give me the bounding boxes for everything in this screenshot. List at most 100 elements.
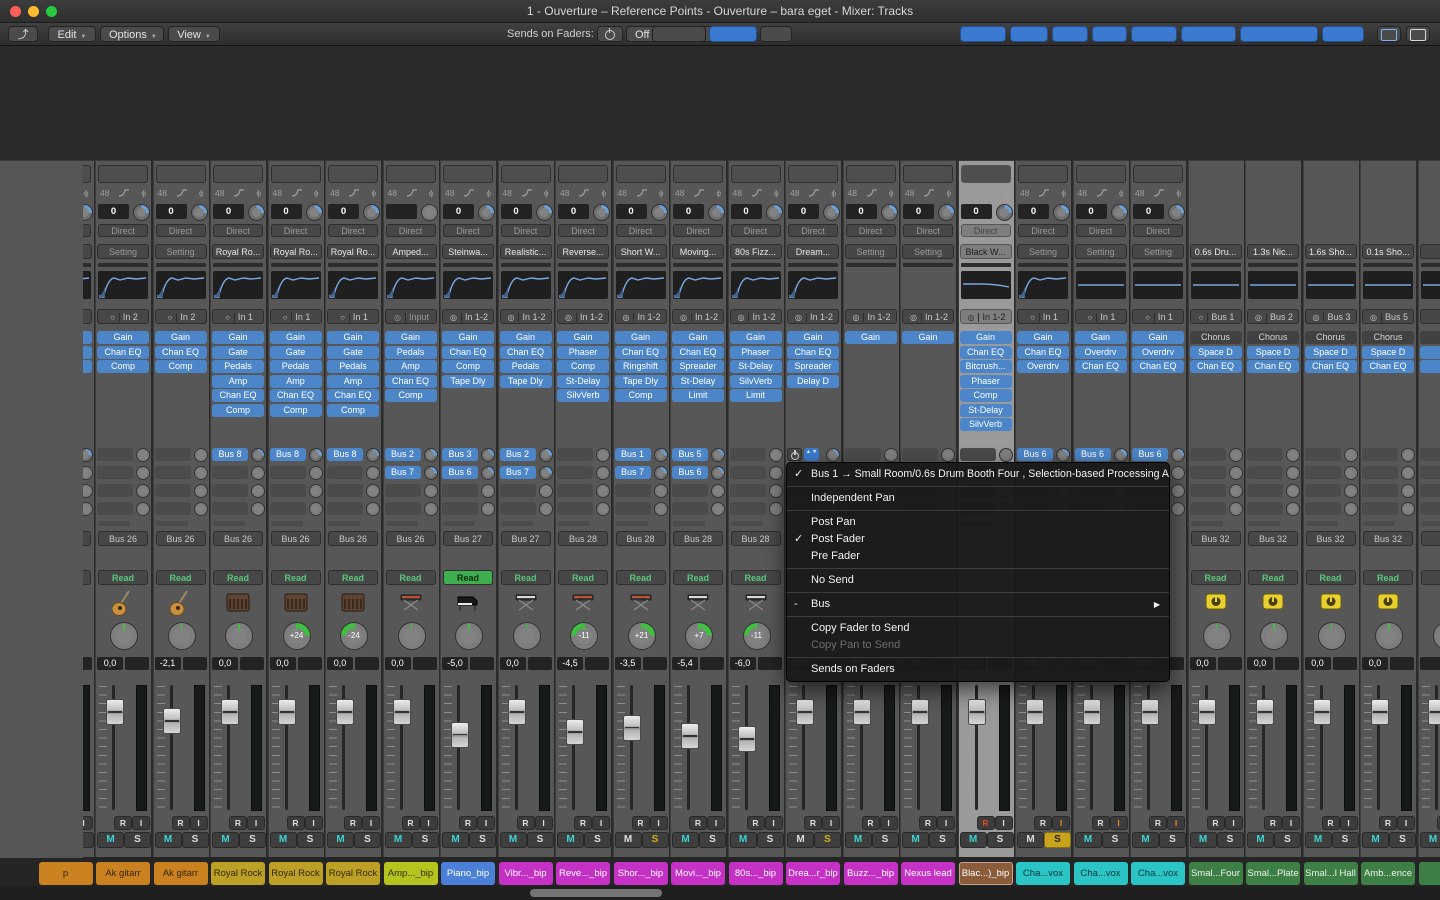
pan-knob[interactable] xyxy=(1260,622,1288,650)
eq-thumbnail[interactable] xyxy=(731,271,781,299)
input-monitor-button[interactable]: I xyxy=(650,816,668,830)
volume-fader[interactable] xyxy=(1026,699,1044,725)
empty-send-slot[interactable] xyxy=(97,466,133,479)
automation-mode-button[interactable]: Read xyxy=(558,570,608,585)
send-level-knob[interactable] xyxy=(424,448,438,462)
solo-button[interactable]: S xyxy=(354,832,381,848)
eq-thumbnail[interactable] xyxy=(271,271,321,299)
volume-fader[interactable] xyxy=(1083,699,1101,725)
lowcut-slope-icon[interactable] xyxy=(406,188,418,199)
record-enable-button[interactable]: R xyxy=(1437,816,1440,830)
send-level-knob[interactable] xyxy=(194,466,208,480)
send-level-knob[interactable] xyxy=(711,502,725,516)
send-slot-button[interactable]: Bus 7 xyxy=(500,466,536,479)
volume-fader[interactable] xyxy=(336,699,354,725)
fx-plugin-button[interactable]: Space D xyxy=(1362,346,1414,359)
send-level-knob[interactable] xyxy=(1344,466,1358,480)
empty-send-slot[interactable] xyxy=(1362,484,1398,497)
send-slot-button[interactable]: Bus 7 xyxy=(615,466,651,479)
track-name-tab[interactable]: Ak gitarr xyxy=(96,862,150,885)
input-gain-value[interactable] xyxy=(386,204,417,219)
input-gain-knob[interactable] xyxy=(708,204,725,221)
direct-monitoring-button[interactable]: Direct xyxy=(1076,224,1126,237)
channel-setting-button[interactable]: 80s Fizz... xyxy=(730,244,782,259)
send-slot-button[interactable]: Bus 6 xyxy=(442,466,478,479)
empty-send-slot[interactable] xyxy=(327,484,363,497)
phantom-48-label[interactable]: 48 xyxy=(675,188,684,198)
track-name-tab[interactable]: Smal...Four xyxy=(1189,862,1243,885)
track-name-tab[interactable]: Movi..._bip xyxy=(671,862,725,885)
lowcut-slope-icon[interactable] xyxy=(1096,188,1108,199)
input-slot[interactable]: ◎In 1-2 xyxy=(672,309,724,324)
fx-plugin-button[interactable]: Spreader xyxy=(672,360,724,373)
fx-plugin-button[interactable]: Chan EQ xyxy=(1132,360,1184,373)
send-level-knob[interactable] xyxy=(481,448,495,462)
horizontal-scrollbar-thumb[interactable] xyxy=(530,889,662,897)
eq-thumbnail[interactable] xyxy=(156,271,206,299)
empty-send-slot[interactable] xyxy=(1247,448,1283,461)
phase-invert-icon[interactable]: ɸ xyxy=(889,188,894,198)
volume-fader[interactable] xyxy=(911,699,929,725)
phase-invert-icon[interactable]: ɸ xyxy=(429,188,434,198)
input-gain-value[interactable]: 0 xyxy=(673,204,704,219)
volume-fader[interactable] xyxy=(853,699,871,725)
send-level-knob[interactable] xyxy=(539,502,553,516)
send-mini-bar[interactable] xyxy=(271,521,303,526)
channel-setting-button[interactable]: Steinwa... xyxy=(442,244,494,259)
output-slot[interactable]: Bus 26 xyxy=(386,531,436,546)
record-enable-button[interactable]: R xyxy=(632,816,650,830)
send-level-knob[interactable] xyxy=(769,448,783,462)
mute-button[interactable]: M xyxy=(442,832,469,848)
peak-level-value[interactable] xyxy=(758,657,782,670)
input-monitor-button[interactable]: I xyxy=(765,816,783,830)
track-name-tab[interactable]: Royal Rock xyxy=(211,862,265,885)
peak-level-value[interactable] xyxy=(298,657,322,670)
menu-item[interactable]: Copy Fader to Send xyxy=(787,620,1169,637)
mute-button[interactable]: M xyxy=(1017,832,1044,848)
send-level-knob[interactable] xyxy=(309,502,323,516)
volume-fader[interactable] xyxy=(278,699,296,725)
output-slot[interactable]: Bus 28 xyxy=(731,531,781,546)
empty-send-slot[interactable] xyxy=(327,502,363,515)
menu-item[interactable]: Sends on Faders xyxy=(787,661,1169,678)
empty-send-slot[interactable] xyxy=(270,502,306,515)
track-name-tab[interactable]: Cha...vox xyxy=(1016,862,1070,885)
send-mini-bar[interactable] xyxy=(1248,521,1280,526)
automation-mode-button[interactable]: Read xyxy=(616,570,666,585)
audio-device-slot[interactable] xyxy=(386,165,436,183)
pan-knob[interactable] xyxy=(1375,622,1403,650)
volume-db-value[interactable]: 0,0 xyxy=(500,657,526,670)
lowcut-slope-icon[interactable] xyxy=(291,188,303,199)
lowcut-slope-icon[interactable] xyxy=(578,188,590,199)
peak-level-value[interactable] xyxy=(240,657,264,670)
eq-thumbnail[interactable] xyxy=(213,271,263,299)
fx-plugin-button[interactable]: Gate xyxy=(212,346,264,359)
send-level-knob[interactable] xyxy=(711,466,725,480)
solo-button[interactable]: S xyxy=(1217,832,1244,848)
send-level-knob[interactable] xyxy=(1171,466,1185,480)
fx-plugin-button[interactable]: Chan EQ xyxy=(155,346,207,359)
send-level-knob[interactable] xyxy=(1056,448,1070,462)
input-monitor-button[interactable]: I xyxy=(190,816,208,830)
peak-level-value[interactable] xyxy=(413,657,437,670)
input-gain-value[interactable]: 0 xyxy=(443,204,474,219)
solo-button[interactable]: S xyxy=(699,832,726,848)
output-slot[interactable]: Bus 26 xyxy=(156,531,206,546)
channel-setting-button[interactable]: Royal Ro... xyxy=(327,244,379,259)
fx-plugin-button[interactable]: Amp xyxy=(385,360,437,373)
send-level-knob[interactable] xyxy=(194,502,208,516)
track-name-tab[interactable]: 80s..._bip xyxy=(729,862,783,885)
phase-invert-icon[interactable]: ɸ xyxy=(256,188,261,198)
record-enable-button[interactable]: R xyxy=(1034,816,1052,830)
send-level-knob[interactable] xyxy=(539,448,553,462)
track-name-tab[interactable]: Cha...vox xyxy=(1074,862,1128,885)
input-gain-knob[interactable] xyxy=(1168,204,1185,221)
track-name-tab[interactable]: Shor..._bip xyxy=(614,862,668,885)
fx-plugin-button[interactable]: Comp xyxy=(960,389,1012,402)
send-level-knob[interactable] xyxy=(769,466,783,480)
input-gain-knob[interactable] xyxy=(823,204,840,221)
direct-monitoring-button[interactable]: Direct xyxy=(156,224,206,237)
fx-plugin-button[interactable]: Chan EQ xyxy=(1017,346,1069,359)
send-level-knob[interactable] xyxy=(136,484,150,498)
send-level-knob[interactable] xyxy=(1229,466,1243,480)
